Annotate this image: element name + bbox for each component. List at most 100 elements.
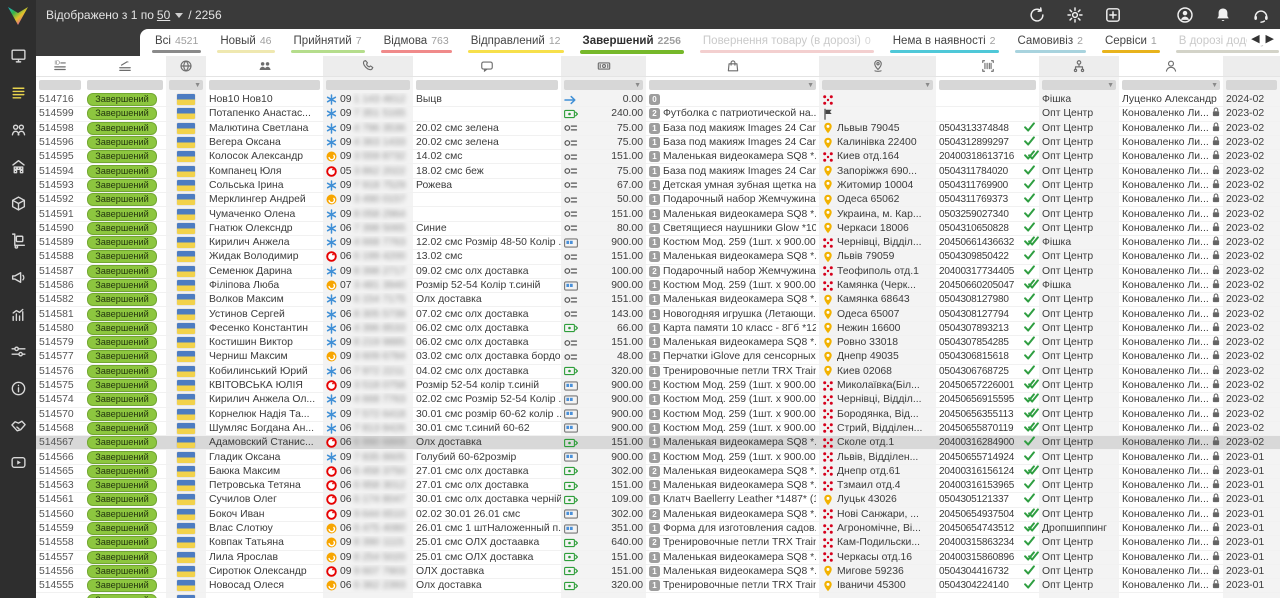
order-row-514592[interactable]: 514592ЗавершенийМерклингер Андрей093 490… — [36, 193, 1280, 207]
filter-dropdown[interactable]: ▼ — [1122, 80, 1220, 90]
column-header-comment-icon[interactable] — [413, 56, 561, 76]
order-row-514565[interactable]: 514565ЗавершенийБаюка Максим066 458 3750… — [36, 465, 1280, 479]
bell-icon[interactable] — [1214, 6, 1232, 24]
sidebar-item-handshake-icon[interactable] — [0, 407, 36, 444]
filter-dropdown[interactable]: ▼ — [649, 80, 816, 90]
order-row-514591[interactable]: 514591ЗавершенийЧумаченко Олена098 058 2… — [36, 207, 1280, 221]
order-row-514599[interactable]: 514599ЗавершенийПотапенко Анастас...097 … — [36, 107, 1280, 121]
order-row-514594[interactable]: 514594ЗавершенийКомпанец Юля053 862 2022… — [36, 164, 1280, 178]
column-header-globe-icon[interactable] — [166, 56, 206, 76]
filter-dropdown[interactable]: ▼ — [1042, 80, 1116, 90]
order-row-514579[interactable]: 514579ЗавершенийКостишин Виктор098 219 9… — [36, 336, 1280, 350]
order-row-514581[interactable]: 514581ЗавершенийУстинов Сергей068 305 57… — [36, 307, 1280, 321]
app-logo-icon[interactable] — [5, 3, 31, 29]
column-header-phone-icon[interactable] — [323, 56, 413, 76]
order-row-514580[interactable]: 514580ЗавершенийФесенко Константин064 39… — [36, 322, 1280, 336]
filter-dropdown[interactable]: ▼ — [169, 80, 203, 90]
order-row-514589[interactable]: 514589ЗавершенийКирилич Анжела094 668 77… — [36, 236, 1280, 250]
tab-самовивіз[interactable]: Самовивіз2 — [1007, 29, 1094, 56]
tab-прийнятий[interactable]: Прийнятий7 — [283, 29, 373, 56]
filter-dropdown[interactable]: ▼ — [564, 80, 643, 90]
order-row-514588[interactable]: 514588ЗавершенийЖидак Володимир066 199 4… — [36, 250, 1280, 264]
order-row-514716[interactable]: 514716ЗавершенийНов10 Нов10091 143 4612В… — [36, 93, 1280, 107]
filter-input[interactable] — [39, 80, 81, 90]
order-row-514567[interactable]: 514567ЗавершенийАдамовский Станис...066 … — [36, 436, 1280, 450]
tab-відмова[interactable]: Відмова763 — [373, 29, 460, 56]
sidebar-item-info-icon[interactable] — [0, 370, 36, 407]
column-header-org-icon[interactable] — [1039, 56, 1119, 76]
tab-нема-в-наявності[interactable]: Нема в наявності2 — [882, 29, 1007, 56]
order-row-514555[interactable]: 514555ЗавершенийНовосад Олеся066 362 239… — [36, 579, 1280, 593]
order-amount: 151.00 — [580, 209, 643, 220]
order-row-514598[interactable]: 514598ЗавершенийМалютина Светлана094 796… — [36, 122, 1280, 136]
order-row-514558[interactable]: 514558ЗавершенийКовпак Татьяна098 390 11… — [36, 536, 1280, 550]
filter-input[interactable] — [416, 80, 558, 90]
tabs-scroll-right-icon[interactable]: ▶ — [1266, 32, 1274, 45]
sidebar-item-sliders-icon[interactable] — [0, 333, 36, 370]
tab-відправлений[interactable]: Відправлений12 — [460, 29, 572, 56]
order-row-514574[interactable]: 514574ЗавершенийКирилич Анжела Ол...094 … — [36, 393, 1280, 407]
order-row-514568[interactable]: 514568ЗавершенийШумляс Богдана Ан...067 … — [36, 422, 1280, 436]
tracking-cell: 20450655870119 — [936, 422, 1039, 435]
order-row-514586[interactable]: 514586ЗавершенийФіліпова Люба073 481 394… — [36, 279, 1280, 293]
operator-lc-icon — [326, 151, 337, 162]
chevron-down-icon[interactable] — [175, 13, 183, 18]
order-row-514587[interactable]: 514587ЗавершенийСеменюк Дарина098 398 27… — [36, 265, 1280, 279]
column-header-person-icon[interactable] — [1119, 56, 1223, 76]
column-header-pin-icon[interactable] — [819, 56, 936, 76]
order-row-514593[interactable]: 514593ЗавершенийСольська Ірина097 918 75… — [36, 179, 1280, 193]
order-row-514582[interactable]: 514582ЗавершенийВолков Максим096 154 717… — [36, 293, 1280, 307]
tab-сервіси[interactable]: Сервіси1 — [1094, 29, 1168, 56]
order-row-514557[interactable]: 514557ЗавершенийЛила Ярослав098 254 5020… — [36, 551, 1280, 565]
order-row-514561[interactable]: 514561ЗавершенийСучилов Олег066 174 8047… — [36, 493, 1280, 507]
sidebar-item-orders-list-icon[interactable] — [0, 74, 36, 111]
order-row[interactable]: Завершений — [36, 593, 1280, 598]
refresh-icon[interactable] — [1028, 6, 1046, 24]
filter-dropdown[interactable]: ▼ — [822, 80, 933, 90]
sidebar-item-package-icon[interactable] — [0, 185, 36, 222]
sidebar-item-stats-icon[interactable] — [0, 296, 36, 333]
tab-повернення-товару-в-дорозі-[interactable]: Повернення товару (в дорозі)0 — [692, 29, 882, 56]
filter-input[interactable] — [87, 80, 163, 90]
sidebar-item-store-icon[interactable] — [0, 148, 36, 185]
headset-icon[interactable] — [1252, 6, 1270, 24]
sidebar-item-megaphone-icon[interactable] — [0, 259, 36, 296]
filter-input[interactable] — [939, 80, 1036, 90]
phone-number-blurred: 6 475 4080 — [354, 523, 406, 534]
order-row-514560[interactable]: 514560ЗавершенийБокоч Иван099 644 651002… — [36, 508, 1280, 522]
column-header-barcode-icon[interactable] — [936, 56, 1039, 76]
column-header-money-icon[interactable] — [561, 56, 646, 76]
order-row-514595[interactable]: 514595ЗавершенийКолосок Александр093 559… — [36, 150, 1280, 164]
order-row-514590[interactable]: 514590ЗавершенийГнатюк Олексндр067 398 5… — [36, 222, 1280, 236]
order-row-514566[interactable]: 514566ЗавершенийГладик Оксана097 835 860… — [36, 450, 1280, 464]
filter-input[interactable] — [326, 80, 410, 90]
gear-icon[interactable] — [1066, 6, 1084, 24]
avatar-icon[interactable] — [1176, 6, 1194, 24]
tabs-scroll-left-icon[interactable]: ◀ — [1251, 32, 1259, 45]
filter-input[interactable] — [209, 80, 320, 90]
product-cell: 1Костюм Мод. 259 (1шт. х 900.00... — [646, 236, 819, 249]
order-row-514570[interactable]: 514570ЗавершенийКорнелюк Надія Та...097 … — [36, 408, 1280, 422]
order-row-514556[interactable]: 514556ЗавершенийСиротюк Олександр099 607… — [36, 565, 1280, 579]
column-header-bag-icon[interactable] — [646, 56, 819, 76]
order-row-514577[interactable]: 514577ЗавершенийЧерниш Максим093 609 678… — [36, 350, 1280, 364]
sidebar-item-video-icon[interactable] — [0, 444, 36, 481]
column-header-id-icon[interactable]: ID — [36, 56, 84, 76]
column-header-none[interactable] — [1223, 56, 1280, 76]
sidebar-item-cart-icon[interactable] — [0, 222, 36, 259]
order-row-514596[interactable]: 514596ЗавершенийВегера Оксана094 363 143… — [36, 136, 1280, 150]
column-header-status-icon[interactable] — [84, 56, 166, 76]
sidebar-item-people-icon[interactable] — [0, 111, 36, 148]
column-header-people-icon[interactable] — [206, 56, 323, 76]
tab-новый[interactable]: Новый46 — [209, 29, 282, 56]
order-row-514576[interactable]: 514576ЗавершенийКобилинський Юрий067 972… — [36, 365, 1280, 379]
tab-всі[interactable]: Всі4521 — [144, 29, 209, 56]
order-row-514559[interactable]: 514559ЗавершенийВлас Слотюу066 475 40802… — [36, 522, 1280, 536]
add-icon[interactable] — [1104, 6, 1122, 24]
order-row-514563[interactable]: 514563ЗавершенийПетровська Тетяна066 958… — [36, 479, 1280, 493]
filter-input[interactable] — [1226, 80, 1277, 90]
order-row-514575[interactable]: 514575ЗавершенийКВІТОВСЬКА ЮЛІЯ093 518 0… — [36, 379, 1280, 393]
tab-завершений[interactable]: Завершений2256 — [572, 29, 692, 56]
sidebar-item-monitor-icon[interactable] — [0, 37, 36, 74]
page-size-select[interactable]: 50 — [157, 8, 170, 22]
